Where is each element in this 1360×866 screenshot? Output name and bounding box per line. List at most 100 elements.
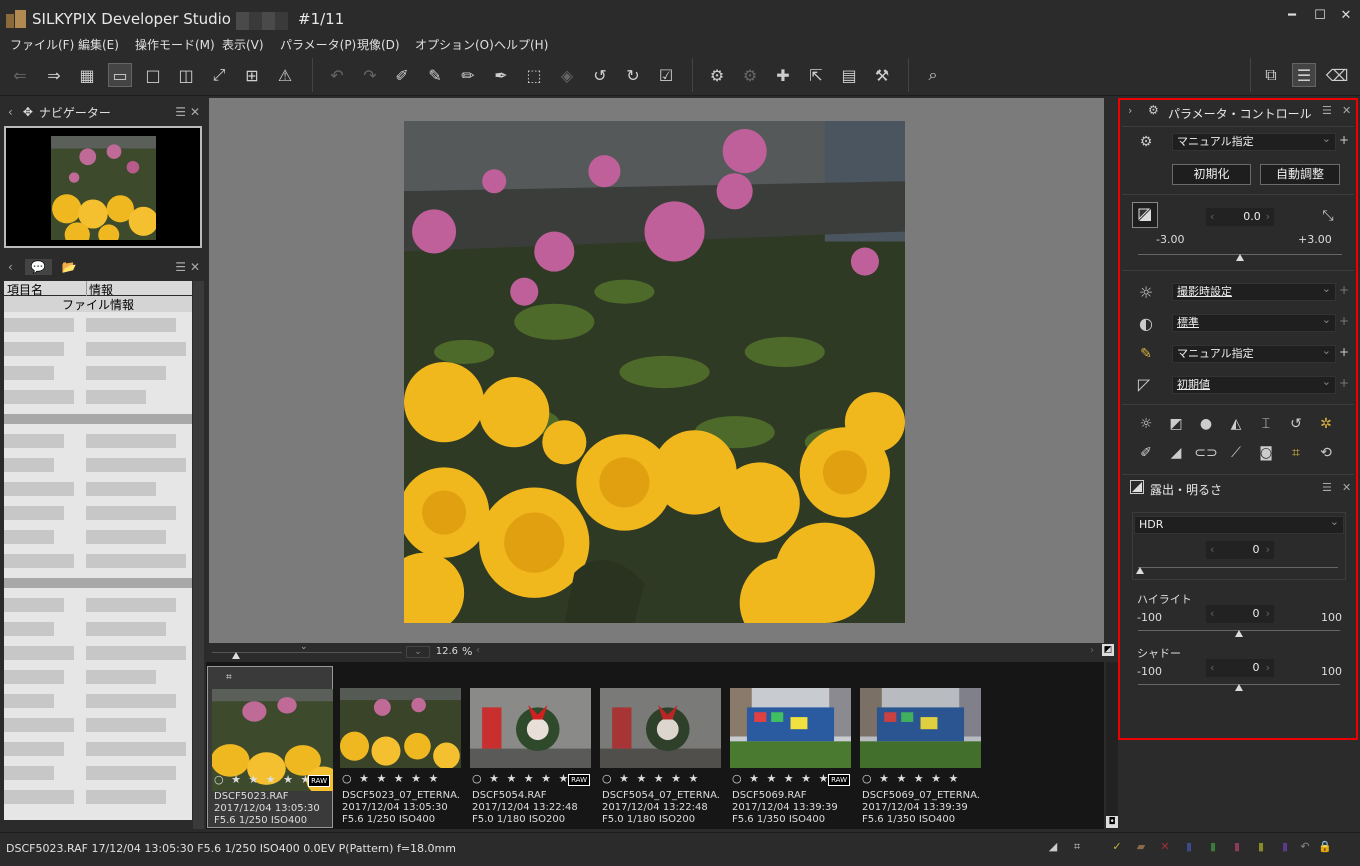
minimize-button[interactable]: ━ (1280, 6, 1304, 26)
menu-view[interactable]: 表示(V) (222, 36, 264, 53)
white-balance-dropdown[interactable]: 撮影時設定 (1172, 281, 1336, 301)
warning-icon[interactable]: ⚠ (273, 63, 297, 87)
menu-develop[interactable]: 現像(D) (357, 36, 400, 53)
batch-develop-icon[interactable]: ⚙ (738, 63, 762, 87)
menu-parameter[interactable]: パラメータ(P) (280, 36, 356, 53)
shadow-value[interactable]: ‹ 0 › (1206, 659, 1274, 677)
layers-icon[interactable]: ◈ (555, 63, 579, 87)
comment-tab-icon[interactable]: 💬 (24, 259, 52, 275)
wb-tool-icon[interactable]: ☼ (1136, 414, 1156, 434)
monitor-icon[interactable]: ▤ (837, 63, 861, 87)
panel-menu-icon[interactable]: ☰ (175, 260, 186, 274)
collapse-icon[interactable]: ‹ (8, 105, 13, 119)
next-image-icon[interactable]: ⇒ (42, 63, 66, 87)
crop-tool-icon[interactable]: ⌗ (1286, 443, 1306, 463)
navigator-toggle-icon[interactable]: ◩ (1102, 644, 1114, 656)
film-item[interactable]: ○ ★ ★ ★ ★ ★ DSCF5023_07_ETERNA. 2017/12/0… (336, 666, 462, 828)
film-item[interactable]: ○ ★ ★ ★ ★ ★ DSCF5069_07_ETERNA. 2017/12/0… (856, 666, 982, 828)
add-wb-icon[interactable]: + (1339, 283, 1349, 297)
menu-operation-mode[interactable]: 操作モード(M) (135, 36, 215, 53)
redo-icon[interactable]: ↷ (358, 63, 382, 87)
scroll-right-icon[interactable]: › (1090, 645, 1094, 656)
crop-status-icon[interactable]: ⌗ (1070, 840, 1084, 854)
collapse-icon[interactable]: ‹ (8, 260, 13, 274)
rating-stars[interactable]: ○ ★ ★ ★ ★ ★ (342, 772, 440, 785)
rotate-left-icon[interactable]: ↺ (588, 63, 612, 87)
pen-tool-icon[interactable]: ✏ (456, 63, 480, 87)
compare-view-icon[interactable]: ◫ (174, 63, 198, 87)
reject-mark-icon[interactable]: ✕ (1158, 840, 1172, 854)
add-taste-icon[interactable]: + (1339, 133, 1349, 147)
add-sharpness-icon[interactable]: + (1339, 376, 1349, 390)
rotate-right-icon[interactable]: ↻ (621, 63, 645, 87)
single-view-icon[interactable]: □ (141, 63, 165, 87)
color-dropdown[interactable]: マニュアル指定 (1172, 343, 1336, 363)
folder-tab-icon[interactable]: 📂 (56, 259, 83, 275)
shadow-slider-thumb[interactable] (1235, 684, 1243, 691)
main-preview-image[interactable] (383, 121, 905, 649)
grid-overlay-icon[interactable]: ⊞ (240, 63, 264, 87)
tag-pink-icon[interactable]: ▮ (1230, 840, 1244, 854)
develop-icon[interactable]: ⚙ (705, 63, 729, 87)
zoom-slider-thumb[interactable] (232, 652, 240, 659)
menu-edit[interactable]: 編集(E) (78, 36, 119, 53)
panel-close-icon[interactable]: ✕ (1342, 481, 1351, 494)
reset-button[interactable]: 初期化 (1172, 164, 1251, 185)
close-button[interactable]: ✕ (1334, 6, 1358, 26)
film-item[interactable]: ○ ★ ★ ★ ★ ★ RAW DSCF5054.RAF 2017/12/04 1… (466, 666, 592, 828)
exposure-slider-thumb[interactable] (1236, 254, 1244, 261)
sharpen-tool-icon[interactable]: ✐ (1136, 443, 1156, 463)
gear-yellow-icon[interactable]: ✲ (1316, 414, 1336, 434)
brush-tool-icon[interactable]: ⟋ (1226, 443, 1246, 463)
mark-check-icon[interactable]: ☑ (654, 63, 678, 87)
rating-stars[interactable]: ○ ★ ★ ★ ★ ★ (472, 772, 570, 785)
panel-close-icon[interactable]: ✕ (190, 260, 200, 274)
film-item[interactable]: ○ ★ ★ ★ ★ ★ DSCF5054_07_ETERNA. 2017/12/0… (596, 666, 722, 828)
search-icon[interactable]: ⌕ (921, 63, 945, 87)
spot-tool-icon[interactable]: ✒ (489, 63, 513, 87)
hdr-slider-track[interactable] (1138, 567, 1338, 568)
hdr-mode-dropdown[interactable]: HDR (1134, 514, 1344, 534)
menu-file[interactable]: ファイル(F) (10, 36, 74, 53)
filmstrip-scrollbar[interactable] (1106, 662, 1118, 829)
rating-stars[interactable]: ○ ★ ★ ★ ★ ★ (214, 773, 312, 786)
panel-close-icon[interactable]: ✕ (190, 105, 200, 119)
hdr-slider-thumb[interactable] (1136, 567, 1144, 574)
transform-tool-icon[interactable]: ⟲ (1316, 443, 1336, 463)
taste-dropdown[interactable]: マニュアル指定 (1172, 131, 1336, 151)
folder-mark-icon[interactable]: ▰ (1134, 840, 1148, 854)
tag-green-icon[interactable]: ▮ (1206, 840, 1220, 854)
plugin-icon[interactable]: ✚ (771, 63, 795, 87)
highlight-slider-thumb[interactable] (1235, 630, 1243, 637)
histogram-icon[interactable]: ◢ (1046, 840, 1060, 854)
export-icon[interactable]: ⇱ (804, 63, 828, 87)
add-tone-icon[interactable]: + (1339, 314, 1349, 328)
paste-parameter-icon[interactable]: ✎ (423, 63, 447, 87)
menu-help[interactable]: ヘルプ(H) (494, 36, 548, 53)
panel-menu-icon[interactable]: ☰ (175, 105, 186, 119)
rating-stars[interactable]: ○ ★ ★ ★ ★ ★ (732, 772, 830, 785)
copy-parameter-icon[interactable]: ✐ (390, 63, 414, 87)
exposure-auto-icon[interactable]: ⤡ (1318, 206, 1338, 226)
lock-icon[interactable]: 🔒 (1318, 840, 1332, 854)
undo-mark-icon[interactable]: ↶ (1298, 840, 1312, 854)
zoom-slider-track[interactable] (212, 652, 402, 653)
check-mark-icon[interactable]: ✓ (1110, 840, 1124, 854)
rating-stars[interactable]: ○ ★ ★ ★ ★ ★ (862, 772, 960, 785)
mask-tool-icon[interactable]: ◙ (1256, 443, 1276, 463)
filmstrip-toggle-icon[interactable]: ◘ (1106, 816, 1118, 828)
color-sphere-icon[interactable]: ● (1196, 414, 1216, 434)
auto-adjust-button[interactable]: 自動調整 (1260, 164, 1340, 185)
zoom-value[interactable]: 12.6 (434, 646, 458, 657)
collapse-icon[interactable]: › (1128, 104, 1132, 117)
tools-icon[interactable]: ⚒ (870, 63, 894, 87)
navigator-thumbnail[interactable] (51, 136, 159, 248)
exposure-value[interactable]: ‹ 0.0 › (1206, 208, 1274, 226)
info-scrollbar[interactable] (193, 281, 204, 829)
rating-stars[interactable]: ○ ★ ★ ★ ★ ★ (602, 772, 700, 785)
tag-purple-icon[interactable]: ▮ (1278, 840, 1292, 854)
panel-menu-icon[interactable]: ☰ (1322, 104, 1332, 117)
frame-tool-icon[interactable]: ⌶ (1256, 414, 1276, 434)
crop-tool-icon[interactable]: ⬚ (522, 63, 546, 87)
prev-image-icon[interactable]: ⇐ (8, 63, 32, 87)
